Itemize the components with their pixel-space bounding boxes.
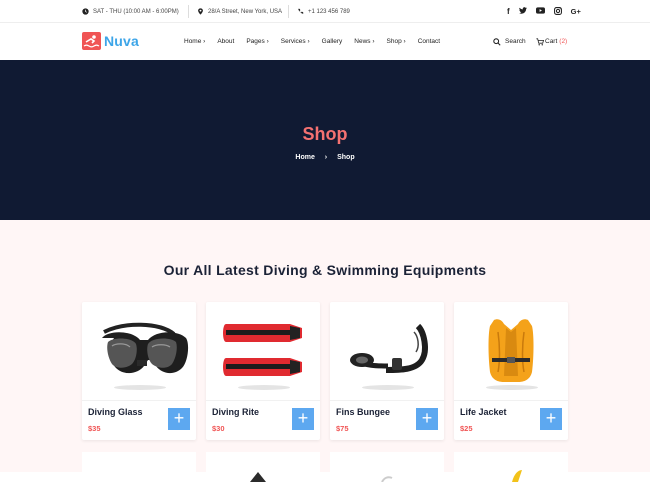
- instagram-icon[interactable]: [553, 6, 562, 17]
- youtube-icon[interactable]: [535, 7, 545, 16]
- menu-about[interactable]: About: [217, 38, 234, 45]
- phone-text: +1 123 456 789: [308, 8, 350, 15]
- product-price: $25: [460, 424, 473, 433]
- logo[interactable]: Nuva: [82, 32, 139, 50]
- product-name: Fins Bungee: [336, 407, 391, 417]
- chevron-right-icon: ›: [324, 154, 328, 161]
- social-links: f G+: [507, 0, 581, 23]
- product-card[interactable]: [82, 452, 196, 482]
- cart-link[interactable]: Cart (2): [536, 23, 567, 60]
- cart-label: Cart: [545, 38, 558, 45]
- product-card[interactable]: [206, 452, 320, 482]
- menu-shop[interactable]: Shop ›: [387, 38, 406, 45]
- phone-icon: [298, 8, 304, 14]
- product-name: Diving Glass: [88, 407, 143, 417]
- product-image-partial: [250, 472, 266, 482]
- search-icon: [493, 37, 501, 46]
- cart-count-badge: (2): [559, 38, 568, 45]
- search-link[interactable]: Search: [493, 23, 526, 60]
- breadcrumb-home[interactable]: Home: [295, 154, 314, 161]
- snorkel-icon: [330, 302, 444, 400]
- product-image-partial: [381, 476, 393, 483]
- product-card[interactable]: [454, 452, 568, 482]
- product-price: $35: [88, 424, 101, 433]
- product-image-partial: [512, 470, 522, 482]
- menu-gallery[interactable]: Gallery: [322, 38, 343, 45]
- menu-contact[interactable]: Contact: [418, 38, 440, 45]
- fins-icon: [206, 302, 320, 400]
- address-text: 28/A Street, New York, USA: [208, 8, 283, 15]
- menu-services[interactable]: Services ›: [281, 38, 310, 45]
- menu-pages[interactable]: Pages ›: [246, 38, 268, 45]
- add-to-cart-button[interactable]: +: [416, 408, 438, 430]
- life-jacket-icon: [454, 302, 568, 400]
- clock-icon: [82, 8, 89, 15]
- main-menu: Home › About Pages › Services › Gallery …: [184, 23, 452, 60]
- menu-home[interactable]: Home ›: [184, 38, 205, 45]
- twitter-icon[interactable]: [518, 7, 527, 16]
- location-pin-icon: [198, 8, 203, 15]
- breadcrumb: Home › Shop: [0, 154, 650, 161]
- breadcrumb-current: Shop: [337, 154, 355, 161]
- product-card[interactable]: [330, 452, 444, 483]
- address: 28/A Street, New York, USA: [197, 0, 282, 23]
- facebook-icon[interactable]: f: [507, 7, 510, 16]
- product-price: $30: [212, 424, 225, 433]
- hours-text: SAT - THU (10:00 AM - 6:00PM): [93, 8, 179, 15]
- add-to-cart-button[interactable]: +: [292, 408, 314, 430]
- phone: +1 123 456 789: [297, 0, 350, 23]
- product-card[interactable]: Diving Rite $30 +: [206, 302, 320, 440]
- logo-text: Nuva: [104, 33, 140, 49]
- products-section: Our All Latest Diving & Swimming Equipme…: [0, 220, 650, 483]
- cart-icon: [536, 37, 544, 46]
- page-hero: Shop Home › Shop: [0, 60, 650, 220]
- menu-news[interactable]: News ›: [354, 38, 374, 45]
- main-navbar: Nuva Home › About Pages › Services › Gal…: [0, 23, 650, 60]
- top-bar: SAT - THU (10:00 AM - 6:00PM) 28/A Stree…: [0, 0, 650, 23]
- add-to-cart-button[interactable]: +: [168, 408, 190, 430]
- product-card[interactable]: Diving Glass $35 +: [82, 302, 196, 440]
- diving-mask-icon: [82, 302, 196, 400]
- google-plus-icon[interactable]: G+: [571, 8, 581, 16]
- product-name: Diving Rite: [212, 407, 260, 417]
- product-card[interactable]: Life Jacket $25 +: [454, 302, 568, 440]
- product-card[interactable]: Fins Bungee $75 +: [330, 302, 444, 440]
- opening-hours: SAT - THU (10:00 AM - 6:00PM): [82, 0, 179, 23]
- section-title: Our All Latest Diving & Swimming Equipme…: [163, 262, 487, 278]
- product-price: $75: [336, 424, 349, 433]
- search-label: Search: [505, 38, 526, 45]
- add-to-cart-button[interactable]: +: [540, 408, 562, 430]
- swimmer-logo-icon: [82, 32, 101, 50]
- product-name: Life Jacket: [460, 407, 507, 417]
- page-title: Shop: [302, 124, 348, 144]
